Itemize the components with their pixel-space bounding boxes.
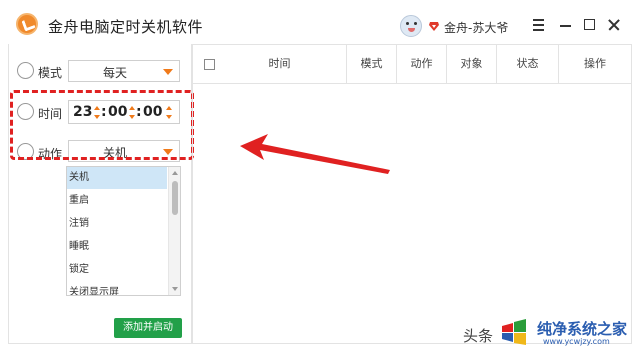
title-bar: 金舟电脑定时关机软件 金舟-苏大爷 bbox=[0, 0, 640, 44]
maximize-button[interactable] bbox=[582, 16, 598, 32]
user-name[interactable]: 金舟-苏大爷 bbox=[444, 19, 508, 36]
table-header: 时间 模式 动作 对象 状态 操作 bbox=[193, 44, 631, 84]
add-and-start-button[interactable]: 添加并启动 bbox=[114, 318, 182, 338]
dropdown-option-restart[interactable]: 重启 bbox=[67, 190, 167, 212]
avatar[interactable] bbox=[400, 15, 422, 37]
watermark-url: www.ycwjzy.com bbox=[543, 337, 610, 346]
task-table: 时间 模式 动作 对象 状态 操作 bbox=[192, 44, 632, 344]
scroll-up-icon[interactable] bbox=[172, 171, 178, 175]
menu-button[interactable] bbox=[531, 16, 547, 32]
watermark-brand: 纯净系统之家 bbox=[537, 320, 628, 338]
clock-icon bbox=[17, 62, 34, 79]
column-header-time: 时间 bbox=[213, 45, 347, 83]
close-button[interactable] bbox=[606, 16, 622, 32]
action-dropdown-list[interactable]: 关机 重启 注销 睡眠 锁定 关闭显示屏 bbox=[66, 166, 181, 296]
mode-label: 模式 bbox=[38, 66, 63, 80]
dropdown-option-display-off[interactable]: 关闭显示屏 bbox=[67, 282, 167, 295]
minimize-button[interactable] bbox=[558, 16, 574, 32]
vip-diamond-icon bbox=[429, 22, 439, 31]
chevron-down-icon bbox=[163, 69, 173, 75]
dropdown-scrollbar[interactable] bbox=[168, 167, 180, 295]
app-logo-icon bbox=[16, 13, 38, 35]
dropdown-option-lock[interactable]: 锁定 bbox=[67, 259, 167, 281]
column-header-action: 动作 bbox=[397, 45, 447, 83]
dropdown-option-logoff[interactable]: 注销 bbox=[67, 213, 167, 235]
mode-select[interactable]: 每天 bbox=[68, 60, 180, 82]
column-header-operation: 操作 bbox=[584, 57, 606, 70]
watermark-text: 头条 bbox=[463, 327, 494, 345]
dropdown-option-sleep[interactable]: 睡眠 bbox=[67, 236, 167, 258]
column-header-mode: 模式 bbox=[347, 45, 397, 83]
app-title: 金舟电脑定时关机软件 bbox=[48, 18, 204, 36]
column-header-target: 对象 bbox=[447, 45, 497, 83]
dropdown-option-shutdown[interactable]: 关机 bbox=[67, 167, 167, 189]
mode-select-value: 每天 bbox=[102, 66, 127, 80]
column-header-status: 状态 bbox=[497, 45, 559, 83]
watermark-logo-icon bbox=[502, 319, 526, 345]
annotation-highlight-box bbox=[10, 90, 194, 160]
scrollbar-thumb[interactable] bbox=[172, 181, 178, 215]
scroll-down-icon[interactable] bbox=[172, 287, 178, 291]
